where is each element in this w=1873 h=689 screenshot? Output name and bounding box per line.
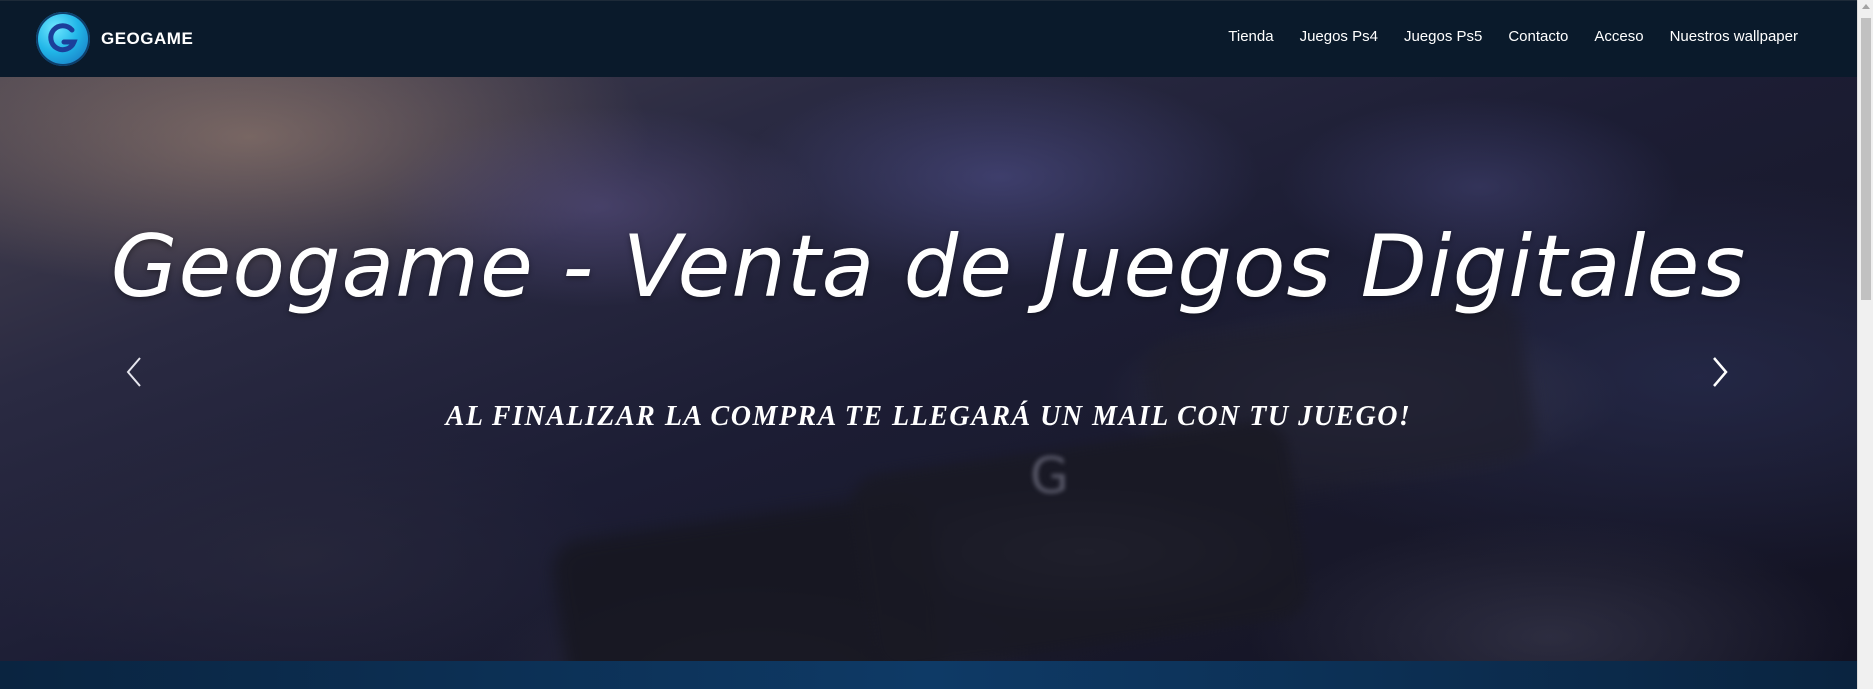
keyboard-key-g-glyph: G	[1030, 447, 1069, 505]
page: GEOGAME Tienda Juegos Ps4 Juegos Ps5 Con…	[0, 0, 1873, 689]
chevron-right-icon[interactable]	[1708, 354, 1730, 390]
chevron-left-icon[interactable]	[124, 354, 146, 390]
section-bar	[0, 661, 1857, 689]
scroll-up-arrow-icon[interactable]	[1862, 4, 1870, 9]
site-header: GEOGAME Tienda Juegos Ps4 Juegos Ps5 Con…	[0, 0, 1857, 77]
nav-item-contacto[interactable]: Contacto	[1508, 28, 1568, 45]
logo-icon[interactable]	[36, 12, 90, 66]
hero-slider: G Geogame - Venta de Juegos Digitales AL…	[0, 77, 1857, 661]
brand-name[interactable]: GEOGAME	[101, 29, 193, 49]
nav-item-acceso[interactable]: Acceso	[1594, 28, 1643, 45]
nav-item-wallpaper[interactable]: Nuestros wallpaper	[1670, 28, 1798, 45]
keyboard-key-shape	[848, 417, 1312, 661]
nav-item-juegos-ps4[interactable]: Juegos Ps4	[1300, 28, 1378, 45]
hero-subtitle: AL FINALIZAR LA COMPRA TE LLEGARÁ UN MAI…	[445, 401, 1412, 432]
main-nav: Tienda Juegos Ps4 Juegos Ps5 Contacto Ac…	[1228, 28, 1798, 45]
page-scrollbar[interactable]	[1857, 0, 1873, 689]
scrollbar-thumb[interactable]	[1861, 18, 1871, 300]
nav-item-juegos-ps5[interactable]: Juegos Ps5	[1404, 28, 1482, 45]
hero-title: Geogame - Venta de Juegos Digitales	[110, 217, 1747, 317]
nav-item-tienda[interactable]: Tienda	[1228, 28, 1273, 45]
